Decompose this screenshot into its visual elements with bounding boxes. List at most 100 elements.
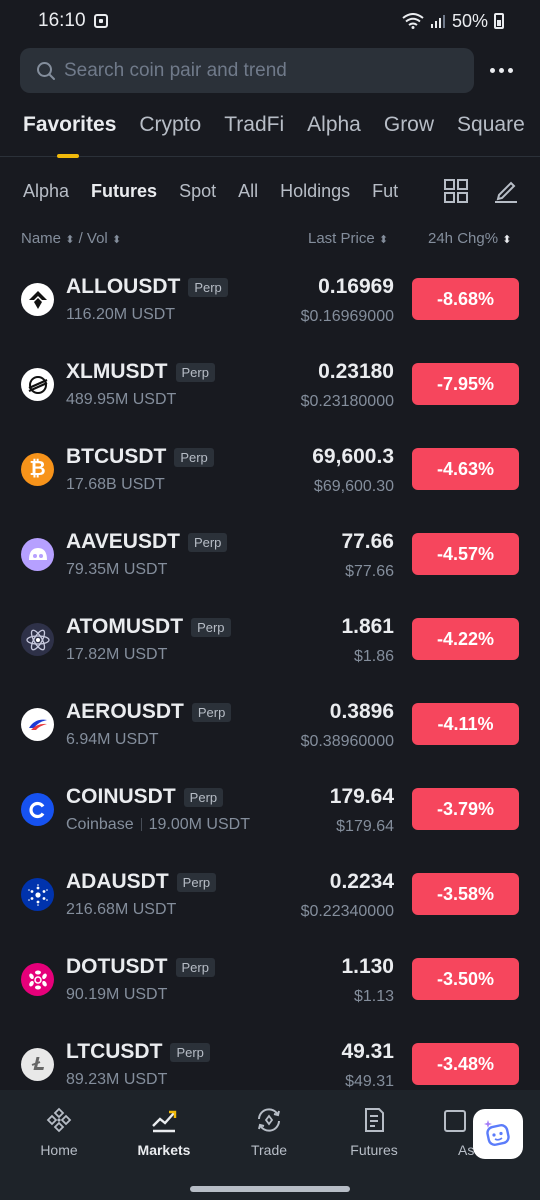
row-change-badge[interactable]: -7.95% bbox=[412, 363, 519, 405]
market-row-dotusdt[interactable]: DOTUSDT Perp 90.19M USDT 1.130 $1.13 -3.5… bbox=[0, 938, 540, 1023]
nav-markets[interactable]: Markets bbox=[119, 1106, 209, 1158]
market-row-aerousdt[interactable]: AEROUSDT Perp 6.94M USDT 0.3896 $0.389600… bbox=[0, 683, 540, 768]
perp-badge: Perp bbox=[176, 872, 217, 892]
wallet-icon bbox=[444, 1110, 466, 1132]
row-volume: 79.35M USDT bbox=[66, 561, 168, 578]
row-price-usd: $69,600.30 bbox=[313, 478, 394, 495]
tab-grow[interactable]: Grow bbox=[384, 113, 434, 156]
header-name[interactable]: Name ⬍ / Vol ⬍ bbox=[21, 230, 121, 247]
market-row-allousdt[interactable]: ALLOUSDT Perp 116.20M USDT 0.16969 $0.169… bbox=[0, 258, 540, 343]
row-price-usd: $1.13 bbox=[353, 988, 394, 1005]
tab-alpha[interactable]: Alpha bbox=[307, 113, 361, 156]
row-last-price: 0.3896 bbox=[329, 700, 394, 723]
binance-home-icon bbox=[46, 1107, 72, 1133]
aave-icon bbox=[21, 538, 54, 571]
battery-icon bbox=[494, 13, 504, 29]
bottom-navigation: Home Markets Trade Futures As bbox=[0, 1090, 540, 1200]
row-symbol: COINUSDT bbox=[66, 785, 176, 808]
market-row-aaveusdt[interactable]: AAVEUSDT Perp 79.35M USDT 77.66 $77.66 -4… bbox=[0, 513, 540, 598]
subtab-futures[interactable]: Futures bbox=[91, 181, 157, 202]
row-price-usd: $0.16969000 bbox=[300, 308, 394, 325]
nav-home[interactable]: Home bbox=[14, 1106, 104, 1158]
market-list[interactable]: ALLOUSDT Perp 116.20M USDT 0.16969 $0.169… bbox=[0, 258, 540, 1088]
row-volume: 489.95M USDT bbox=[66, 391, 177, 408]
perp-badge: Perp bbox=[175, 957, 215, 977]
search-row bbox=[20, 48, 520, 93]
row-change-badge[interactable]: -3.79% bbox=[412, 788, 519, 830]
row-symbol: ADAUSDT bbox=[66, 870, 169, 893]
row-volume: 89.23M USDT bbox=[66, 1071, 168, 1088]
xlm-icon bbox=[21, 368, 54, 401]
tab-square[interactable]: Square bbox=[457, 113, 525, 156]
row-change-badge[interactable]: -8.68% bbox=[412, 278, 519, 320]
wifi-icon bbox=[402, 13, 424, 29]
row-change-badge[interactable]: -4.63% bbox=[412, 448, 519, 490]
row-last-price: 69,600.3 bbox=[312, 445, 394, 468]
row-change-badge[interactable]: -4.22% bbox=[412, 618, 519, 660]
row-volume: 116.20M USDT bbox=[66, 306, 176, 323]
row-last-price: 0.2234 bbox=[329, 870, 394, 893]
market-row-adausdt[interactable]: ADAUSDT Perp 216.68M USDT 0.2234 $0.22340… bbox=[0, 853, 540, 938]
header-24h-change[interactable]: 24h Chg% ⬍ bbox=[428, 230, 511, 247]
market-row-coinusdt[interactable]: COINUSDT Perp Coinbase 19.00M USDT 179.64 … bbox=[0, 768, 540, 853]
more-options-icon[interactable] bbox=[490, 68, 513, 73]
row-last-price: 179.64 bbox=[329, 785, 394, 808]
ai-assistant-button[interactable] bbox=[473, 1109, 523, 1159]
row-change-badge[interactable]: -3.58% bbox=[412, 873, 519, 915]
search-box[interactable] bbox=[20, 48, 474, 93]
subtab-alpha[interactable]: Alpha bbox=[23, 181, 69, 202]
market-row-ltcusdt[interactable]: LTCUSDT Perp 89.23M USDT 49.31 $49.31 -3.… bbox=[0, 1023, 540, 1088]
perp-badge: Perp bbox=[191, 702, 232, 722]
row-change-badge[interactable]: -3.50% bbox=[412, 958, 519, 1000]
header-last-price[interactable]: Last Price ⬍ bbox=[308, 230, 388, 247]
status-bar: 16:10 50% bbox=[0, 0, 540, 42]
row-change-badge[interactable]: -4.11% bbox=[412, 703, 519, 745]
aero-icon bbox=[21, 708, 54, 741]
row-price-usd: $0.38960000 bbox=[300, 733, 394, 750]
tab-favorites[interactable]: Favorites bbox=[23, 113, 116, 158]
row-price-usd: $49.31 bbox=[345, 1073, 394, 1088]
search-input[interactable] bbox=[64, 59, 444, 82]
row-price-usd: $1.86 bbox=[353, 648, 394, 665]
row-last-price: 1.861 bbox=[341, 615, 394, 638]
row-volume: 17.68B USDT bbox=[66, 476, 165, 493]
market-row-xlmusdt[interactable]: XLMUSDT Perp 489.95M USDT 0.23180 $0.2318… bbox=[0, 343, 540, 428]
row-volume: 17.82M USDT bbox=[66, 646, 168, 663]
row-symbol: ATOMUSDT bbox=[66, 615, 184, 638]
allo-icon bbox=[21, 283, 54, 316]
nav-futures[interactable]: Futures bbox=[329, 1106, 419, 1158]
nav-trade[interactable]: Trade bbox=[224, 1106, 314, 1158]
markets-chart-icon bbox=[152, 1110, 177, 1133]
row-last-price: 0.23180 bbox=[318, 360, 394, 383]
subtab-fut[interactable]: Fut bbox=[372, 181, 398, 202]
row-change-badge[interactable]: -3.48% bbox=[412, 1043, 519, 1085]
status-right: 50% bbox=[402, 11, 504, 32]
perp-badge: Perp bbox=[183, 787, 224, 807]
home-indicator[interactable] bbox=[190, 1186, 350, 1192]
sort-icon: ⬍ bbox=[502, 234, 512, 246]
row-change-badge[interactable]: -4.57% bbox=[412, 533, 519, 575]
main-tabs: Favorites Crypto TradFi Alpha Grow Squar… bbox=[0, 113, 540, 158]
market-row-btcusdt[interactable]: ₿ BTCUSDT Perp 17.68B USDT 69,600.3 $69,6… bbox=[0, 428, 540, 513]
grid-view-icon[interactable] bbox=[443, 178, 469, 204]
search-icon bbox=[37, 61, 55, 80]
row-price-usd: $77.66 bbox=[345, 563, 394, 580]
trade-icon bbox=[258, 1108, 280, 1132]
row-symbol: BTCUSDT bbox=[66, 445, 167, 468]
subtab-holdings[interactable]: Holdings bbox=[280, 181, 350, 202]
perp-badge: Perp bbox=[187, 532, 228, 552]
row-price-usd: $0.23180000 bbox=[300, 393, 394, 410]
perp-badge: Perp bbox=[174, 447, 214, 467]
subtab-spot[interactable]: Spot bbox=[179, 181, 216, 202]
row-symbol: AEROUSDT bbox=[66, 700, 184, 723]
market-row-atomusdt[interactable]: ATOMUSDT Perp 17.82M USDT 1.861 $1.86 -4.… bbox=[0, 598, 540, 683]
perp-badge: Perp bbox=[188, 277, 228, 297]
row-company: Coinbase bbox=[66, 816, 134, 833]
signal-icon bbox=[430, 15, 445, 28]
subtab-all[interactable]: All bbox=[238, 181, 258, 202]
tab-tradfi[interactable]: TradFi bbox=[224, 113, 284, 156]
assistant-robot-icon bbox=[484, 1120, 510, 1146]
edit-icon[interactable] bbox=[492, 176, 520, 204]
tab-crypto[interactable]: Crypto bbox=[139, 113, 201, 156]
perp-badge: Perp bbox=[170, 1042, 210, 1062]
